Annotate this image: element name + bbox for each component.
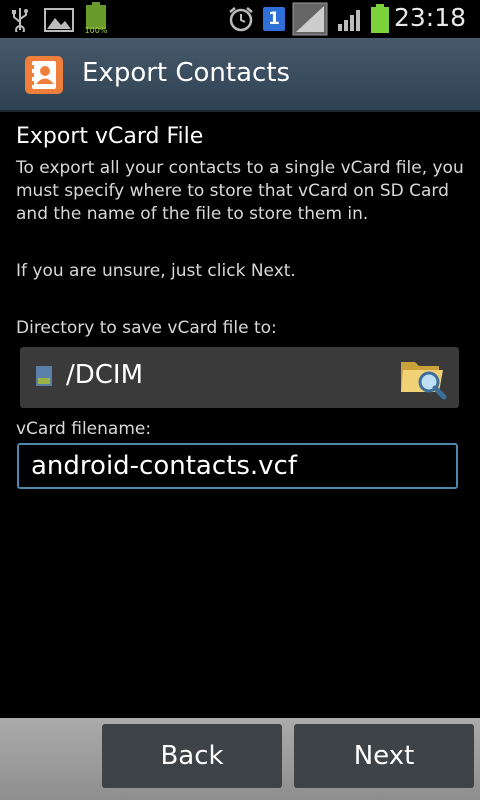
- clock: 23:18: [393, 3, 466, 32]
- browse-folder-icon[interactable]: [399, 352, 447, 400]
- image-icon: [44, 8, 74, 32]
- main-content: Export vCard File To export all your con…: [0, 112, 480, 718]
- bottom-button-bar: Back Next: [0, 718, 480, 800]
- status-bar: 100% 1 23:18: [0, 0, 480, 38]
- next-button[interactable]: Next: [294, 724, 474, 788]
- directory-field[interactable]: /DCIM: [20, 347, 459, 408]
- contacts-app-icon: [25, 56, 63, 94]
- battery-icon: [371, 4, 389, 33]
- directory-label: Directory to save vCard file to:: [16, 318, 277, 338]
- signal-icon: [338, 10, 360, 31]
- alarm-icon: [229, 7, 253, 32]
- hint-text: If you are unsure, just click Next.: [16, 261, 296, 281]
- back-button[interactable]: Back: [102, 724, 282, 788]
- page-title: Export Contacts: [82, 58, 291, 88]
- usb-icon: [12, 8, 28, 32]
- svg-text:100%: 100%: [85, 26, 108, 34]
- battery-notification-icon: 100%: [85, 2, 108, 34]
- wifi-icon: [292, 2, 328, 36]
- notification-badge-icon: 1: [263, 7, 285, 31]
- description-text: To export all your contacts to a single …: [16, 158, 464, 224]
- title-bar: Export Contacts: [0, 38, 480, 112]
- directory-value: /DCIM: [66, 360, 144, 390]
- filename-input[interactable]: [17, 443, 458, 489]
- sd-card-icon: [36, 366, 52, 386]
- section-heading: Export vCard File: [16, 124, 204, 149]
- filename-label: vCard filename:: [16, 419, 152, 439]
